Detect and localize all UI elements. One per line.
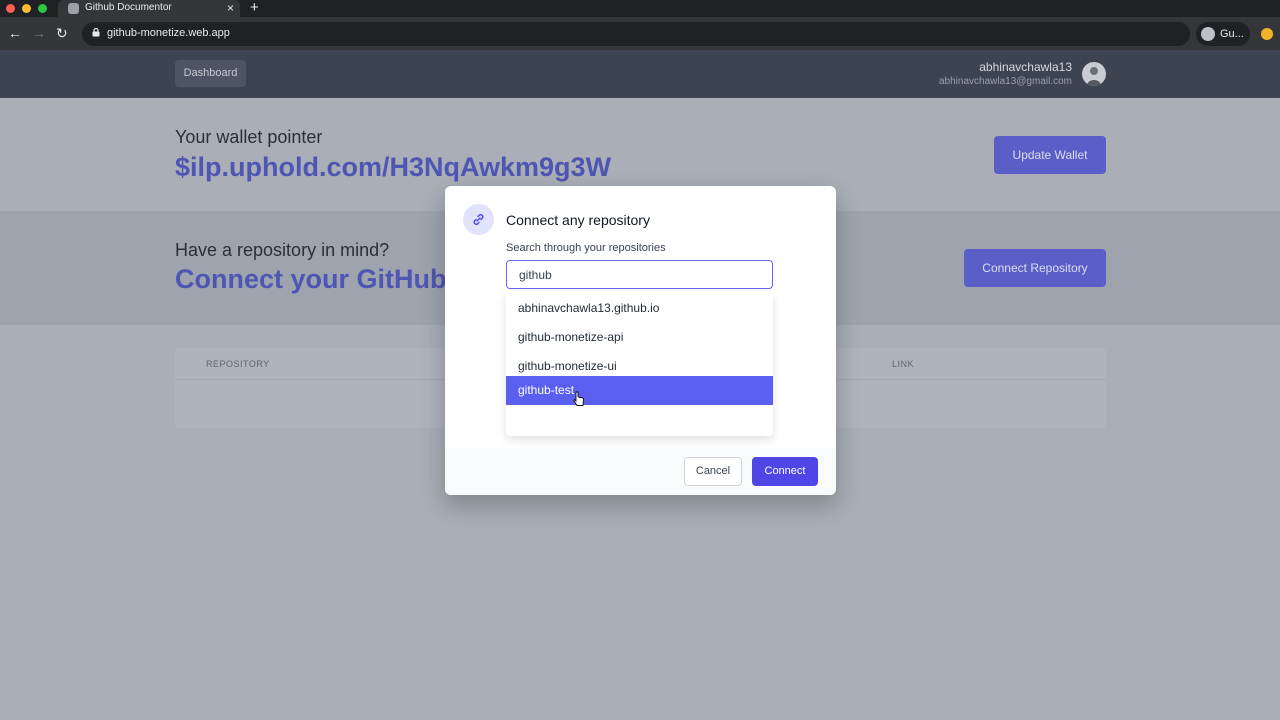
- modal-title: Connect any repository: [506, 212, 650, 228]
- user-email: abhinavchawla13@gmail.com: [939, 76, 1072, 87]
- extension-icon[interactable]: [1261, 28, 1273, 40]
- forward-icon[interactable]: →: [32, 25, 46, 41]
- avatar[interactable]: [1082, 62, 1106, 86]
- dropdown-option-selected[interactable]: github-test: [506, 376, 773, 405]
- column-header-repository: REPOSITORY: [206, 359, 270, 369]
- favicon-icon: [68, 3, 79, 14]
- new-tab-icon[interactable]: +: [250, 0, 259, 16]
- connect-button[interactable]: Connect: [752, 457, 818, 486]
- url-text: github-monetize.web.app: [107, 27, 230, 39]
- close-window-button[interactable]: [6, 4, 15, 13]
- minimize-window-button[interactable]: [22, 4, 31, 13]
- tab-title: Github Documentor: [85, 2, 172, 13]
- search-label: Search through your repositories: [506, 242, 666, 254]
- hand-cursor-icon: [573, 391, 584, 406]
- wallet-pointer: $ilp.uphold.com/H3NqAwkm9g3W: [175, 152, 612, 182]
- repo-section-label: Have a repository in mind?: [175, 240, 390, 260]
- connect-repository-modal: Connect any repository Search through yo…: [445, 186, 836, 495]
- browser-toolbar: ← → ↻ github-monetize.web.app Gu...: [0, 17, 1280, 50]
- address-bar[interactable]: github-monetize.web.app: [82, 22, 1190, 46]
- wallet-label: Your wallet pointer: [175, 127, 323, 147]
- profile-button[interactable]: Gu...: [1196, 22, 1250, 46]
- dropdown-option[interactable]: github-monetize-api: [506, 323, 773, 352]
- repository-dropdown: abhinavchawla13.github.io github-monetiz…: [506, 291, 773, 436]
- lock-icon: [92, 28, 100, 37]
- close-tab-icon[interactable]: ×: [227, 1, 234, 15]
- app-header: Dashboard abhinavchawla13 abhinavchawla1…: [0, 50, 1280, 98]
- link-icon: [463, 204, 494, 235]
- repo-section-cta: Connect your GitHub: [175, 264, 447, 294]
- connect-repository-button[interactable]: Connect Repository: [964, 249, 1106, 287]
- avatar-image: [1087, 67, 1101, 86]
- profile-label: Gu...: [1220, 28, 1244, 40]
- profile-icon: [1201, 27, 1215, 41]
- browser-tab[interactable]: Github Documentor ×: [58, 0, 240, 17]
- browser-tabbar: Github Documentor × +: [0, 0, 1280, 17]
- reload-icon[interactable]: ↻: [56, 25, 68, 41]
- maximize-window-button[interactable]: [38, 4, 47, 13]
- dashboard-button[interactable]: Dashboard: [175, 60, 246, 87]
- user-name: abhinavchawla13: [979, 60, 1072, 74]
- dropdown-option[interactable]: abhinavchawla13.github.io: [506, 294, 773, 323]
- back-icon[interactable]: ←: [8, 25, 22, 41]
- update-wallet-button[interactable]: Update Wallet: [994, 136, 1106, 174]
- column-header-link: LINK: [892, 359, 915, 369]
- cancel-button[interactable]: Cancel: [684, 457, 742, 486]
- repository-search-input[interactable]: [506, 260, 773, 289]
